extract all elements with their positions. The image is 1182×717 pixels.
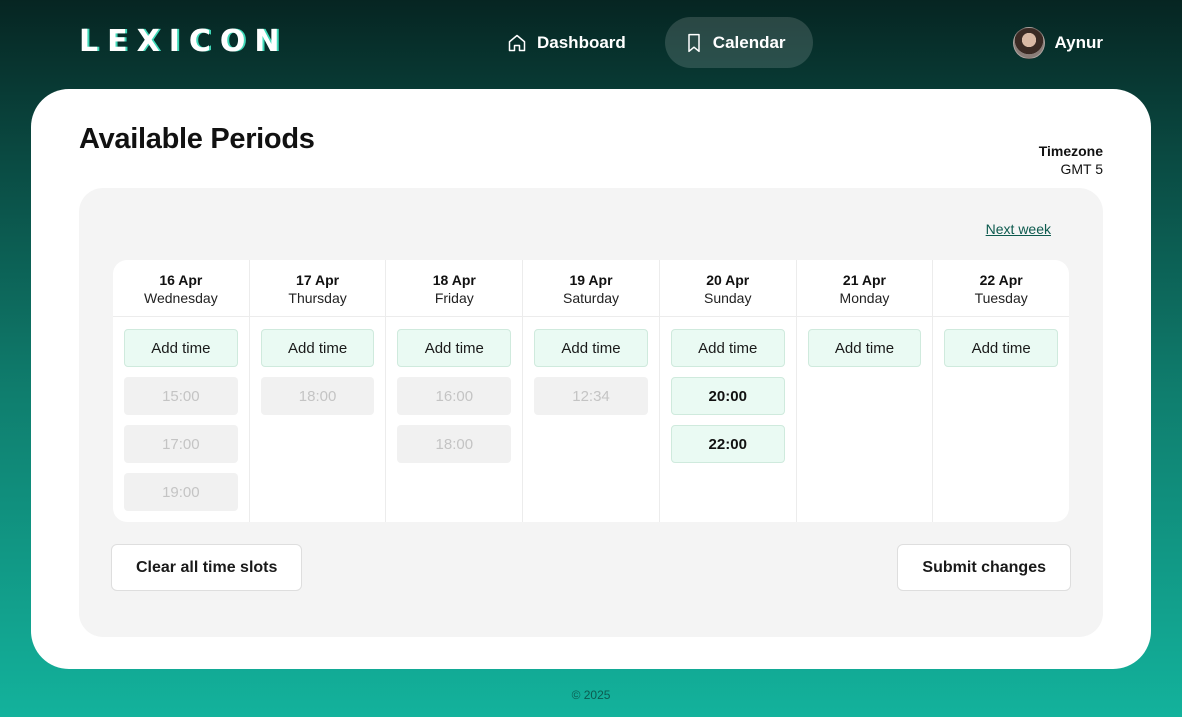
day-date: 22 Apr <box>979 272 1023 288</box>
day-column: 21 Apr Monday Add time <box>795 260 933 522</box>
day-date: 21 Apr <box>842 272 886 288</box>
slot-list: Add time <box>797 317 933 367</box>
top-bar: LEXICON Dashboard Calendar Aynur <box>0 0 1182 89</box>
day-column: 22 Apr Tuesday Add time <box>932 260 1069 522</box>
timezone-value: GMT 5 <box>1060 161 1103 177</box>
avatar[interactable] <box>1012 27 1045 59</box>
timezone-info: Timezone GMT 5 <box>1039 142 1103 178</box>
time-slot-disabled: 19:00 <box>124 473 238 511</box>
day-column: 20 Apr Sunday Add time 20:00 22:00 <box>658 260 796 522</box>
brand-logo[interactable]: LEXICON <box>79 24 289 60</box>
time-slot-disabled: 15:00 <box>124 377 238 415</box>
main-nav: Dashboard Calendar <box>489 17 813 68</box>
day-weekday: Wednesday <box>144 290 218 306</box>
schedule-panel: Next week 16 Apr Wednesday Add time 15:00 17… <box>79 188 1103 637</box>
footer-copyright: © 2025 <box>571 688 611 702</box>
next-week-link[interactable]: Next week <box>986 221 1051 237</box>
day-column: 18 Apr Friday Add time 16:00 18:00 <box>385 260 523 522</box>
day-weekday: Sunday <box>703 290 752 306</box>
add-time-button[interactable]: Add time <box>260 329 375 367</box>
nav-calendar[interactable]: Calendar <box>664 17 813 68</box>
day-column: 19 Apr Saturday Add time 12:34 <box>522 260 659 522</box>
day-header: 17 Apr Thursday <box>249 260 386 317</box>
time-slot-disabled: 12:34 <box>534 377 648 415</box>
day-weekday: Friday <box>434 290 474 306</box>
submit-changes-button[interactable]: Submit changes <box>897 544 1071 591</box>
day-header: 22 Apr Tuesday <box>933 260 1069 317</box>
user-menu[interactable]: Aynur <box>1012 27 1104 59</box>
time-slot-selected[interactable]: 20:00 <box>670 377 785 415</box>
day-weekday: Monday <box>839 290 890 306</box>
day-weekday: Saturday <box>562 290 620 306</box>
day-column: 16 Apr Wednesday Add time 15:00 17:00 19:00 <box>113 260 249 522</box>
day-date: 19 Apr <box>569 272 613 288</box>
nav-dashboard[interactable]: Dashboard <box>489 17 653 68</box>
slot-list: Add time 20:00 22:00 <box>660 317 796 463</box>
page-title: Available Periods <box>79 123 315 155</box>
day-header: 19 Apr Saturday <box>523 260 659 317</box>
nav-calendar-label: Calendar <box>712 32 786 52</box>
day-header: 21 Apr Monday <box>796 260 933 317</box>
add-time-button[interactable]: Add time <box>670 329 785 367</box>
bookmark-icon <box>685 33 703 53</box>
main-card: Available Periods Timezone GMT 5 Next we… <box>31 89 1151 669</box>
clear-all-button[interactable]: Clear all time slots <box>111 544 303 591</box>
day-date: 18 Apr <box>432 272 476 288</box>
add-time-button[interactable]: Add time <box>534 329 648 367</box>
slot-list: Add time <box>933 317 1069 367</box>
day-weekday: Tuesday <box>974 290 1028 306</box>
week-grid: 16 Apr Wednesday Add time 15:00 17:00 19:00 17… <box>113 260 1069 522</box>
slot-list: Add time 18:00 <box>250 317 386 415</box>
time-slot-disabled: 18:00 <box>260 377 375 415</box>
day-date: 20 Apr <box>706 272 750 288</box>
day-header: 20 Apr Sunday <box>659 260 796 317</box>
day-date: 16 Apr <box>159 272 203 288</box>
add-time-button[interactable]: Add time <box>397 329 512 367</box>
time-slot-disabled: 16:00 <box>397 377 512 415</box>
slot-list: Add time 15:00 17:00 19:00 <box>113 317 249 511</box>
user-name: Aynur <box>1054 33 1104 52</box>
timezone-label: Timezone <box>1038 143 1103 159</box>
add-time-button[interactable]: Add time <box>807 329 922 367</box>
home-icon <box>507 33 527 53</box>
day-header: 16 Apr Wednesday <box>113 260 249 317</box>
slot-list: Add time 12:34 <box>523 317 659 415</box>
time-slot-selected[interactable]: 22:00 <box>670 425 785 463</box>
add-time-button[interactable]: Add time <box>124 329 238 367</box>
slot-list: Add time 16:00 18:00 <box>386 317 522 463</box>
day-date: 17 Apr <box>296 272 340 288</box>
day-weekday: Thursday <box>288 290 347 306</box>
nav-dashboard-label: Dashboard <box>537 32 626 52</box>
time-slot-disabled: 17:00 <box>124 425 238 463</box>
time-slot-disabled: 18:00 <box>397 425 512 463</box>
add-time-button[interactable]: Add time <box>944 329 1059 367</box>
day-header: 18 Apr Friday <box>386 260 523 317</box>
day-column: 17 Apr Thursday Add time 18:00 <box>248 260 386 522</box>
